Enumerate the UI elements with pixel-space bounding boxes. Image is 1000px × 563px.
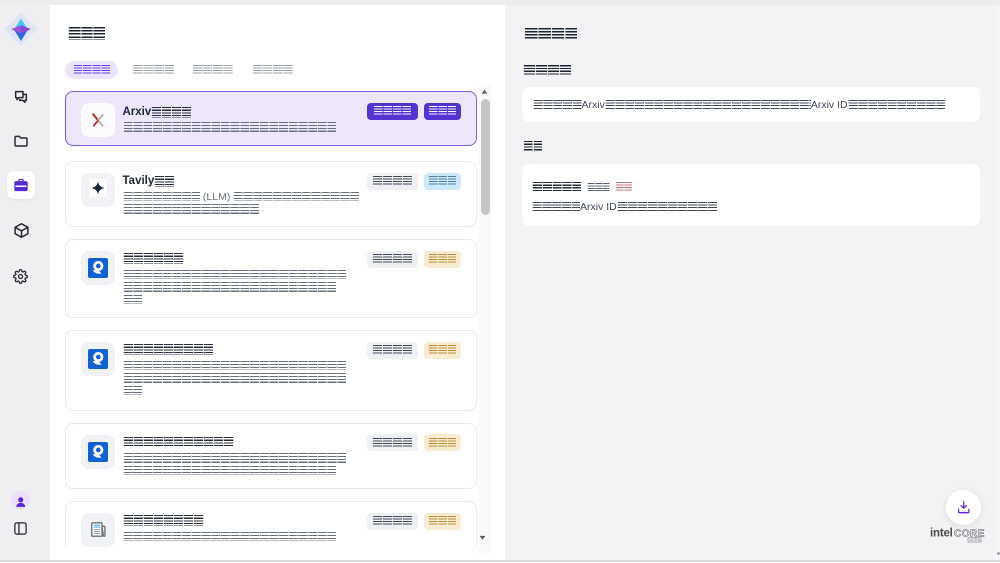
svg-text:intel: intel [930, 528, 953, 540]
svg-text:ULTRA: ULTRA [970, 538, 981, 542]
